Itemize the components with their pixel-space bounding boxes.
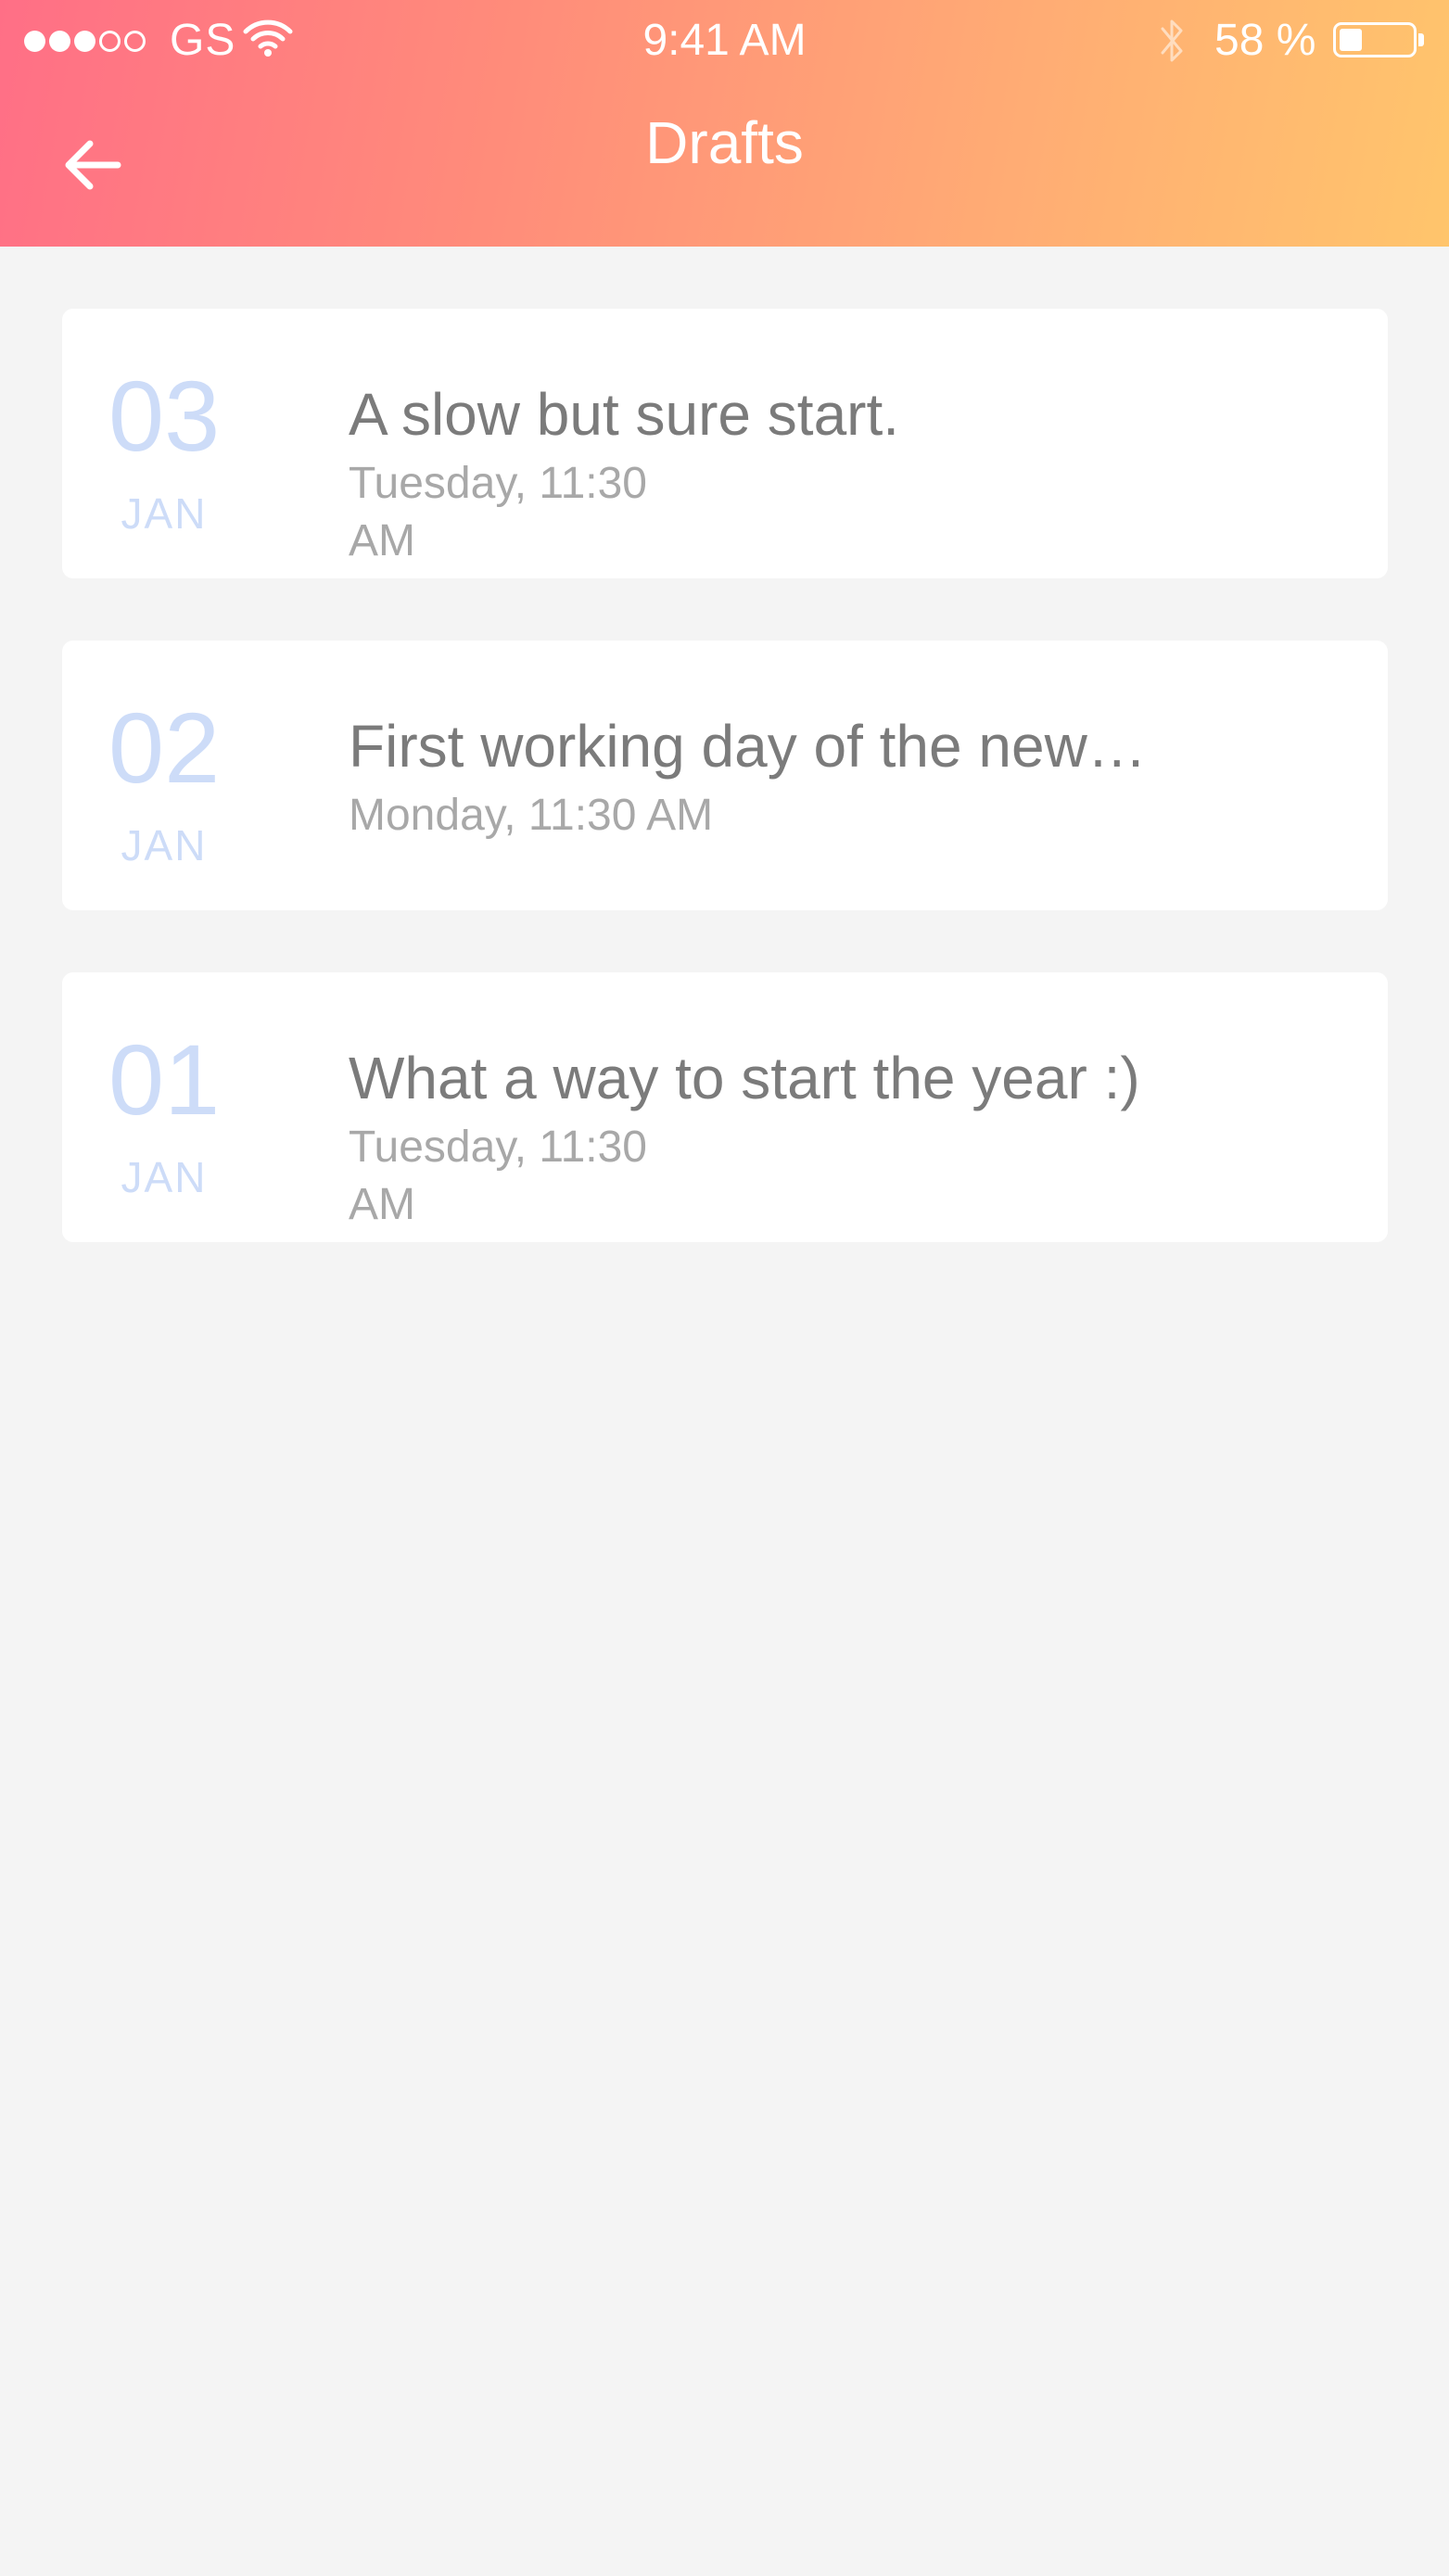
draft-item[interactable]: 02 JAN First working day of the new… Mon… bbox=[62, 641, 1388, 910]
draft-date-day: 02 bbox=[108, 692, 221, 804]
draft-item[interactable]: 03 JAN A slow but sure start. Tuesday, 1… bbox=[62, 309, 1388, 578]
draft-item[interactable]: 01 JAN What a way to start the year :) T… bbox=[62, 972, 1388, 1242]
draft-date-day: 01 bbox=[108, 1023, 221, 1136]
app-header: GS 9:41 AM 58 % Drafts bbox=[0, 0, 1449, 247]
bluetooth-icon bbox=[1158, 15, 1186, 67]
draft-timestamp: Tuesday, 11:30 AM bbox=[349, 459, 647, 565]
draft-timestamp: Monday, 11:30 AM bbox=[349, 791, 714, 840]
battery-icon bbox=[1333, 22, 1417, 57]
status-bar: GS 9:41 AM 58 % bbox=[0, 0, 1449, 82]
draft-date-month: JAN bbox=[121, 821, 208, 869]
draft-date-month: JAN bbox=[121, 1153, 208, 1201]
draft-timestamp: Tuesday, 11:30 AM bbox=[349, 1123, 647, 1229]
draft-title: A slow but sure start. bbox=[349, 381, 900, 448]
draft-title: What a way to start the year :) bbox=[349, 1045, 1140, 1111]
battery-level bbox=[1340, 29, 1362, 51]
draft-date-month: JAN bbox=[121, 489, 208, 538]
drafts-list: 03 JAN A slow but sure start. Tuesday, 1… bbox=[62, 309, 1388, 1304]
battery-cap bbox=[1418, 33, 1424, 46]
page-title: Drafts bbox=[645, 109, 804, 176]
draft-title: First working day of the new… bbox=[349, 713, 1147, 780]
battery-percent: 58 % bbox=[1214, 16, 1316, 65]
draft-date-day: 03 bbox=[108, 360, 221, 472]
